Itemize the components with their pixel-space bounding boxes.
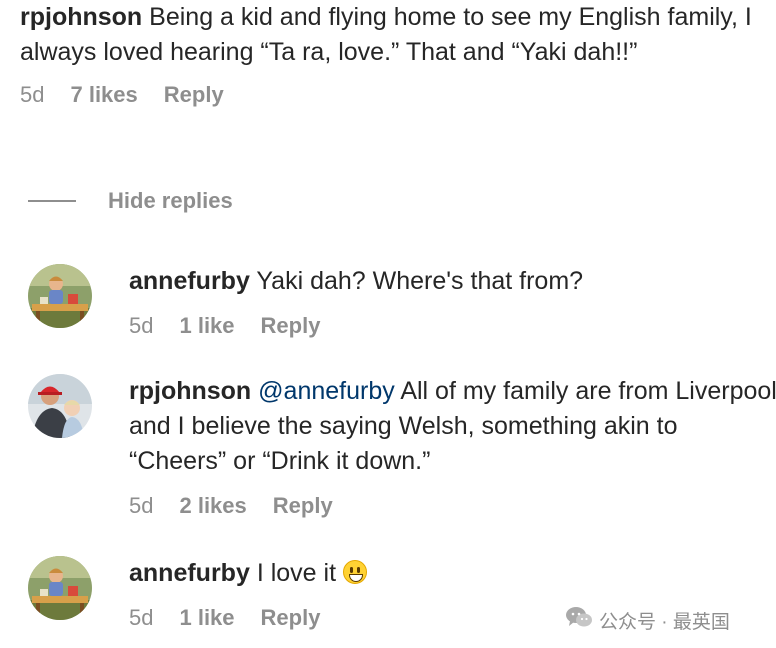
reply-likes[interactable]: 1 like [179,605,234,631]
reply-button[interactable]: Reply [273,493,333,519]
comment-text: rpjohnson Being a kid and flying home to… [20,0,760,70]
grinning-face-emoji-icon [342,560,367,584]
reply-button[interactable]: Reply [261,313,321,339]
watermark-text: 公众号 · 最英国 [599,611,730,633]
reply-body: annefurby Yaki dah? Where's that from? 5… [129,264,776,339]
reply-mention[interactable]: @annefurby [258,377,395,405]
hide-replies-line [28,200,76,202]
reply-button[interactable]: Reply [164,82,224,108]
avatar[interactable] [28,374,92,438]
reply-text: rpjohnson @annefurby All of my family ar… [129,374,776,479]
reply-age: 5d [129,605,154,630]
avatar[interactable] [28,556,92,620]
reply-likes[interactable]: 1 like [179,313,234,339]
comment-meta: 5d 7 likes Reply [20,82,760,108]
hide-replies-row[interactable]: Hide replies [28,188,233,214]
root-comment: rpjohnson Being a kid and flying home to… [20,0,760,108]
reply-username[interactable]: annefurby [129,267,250,295]
hide-replies-button[interactable]: Hide replies [108,188,233,214]
reply-age: 5d [129,313,154,338]
reply-likes[interactable]: 2 likes [179,493,246,519]
wechat-icon [565,605,593,635]
reply-text: annefurby Yaki dah? Where's that from? [129,264,776,299]
comment-likes[interactable]: 7 likes [70,82,137,108]
reply-body: rpjohnson @annefurby All of my family ar… [129,374,776,519]
reply-username[interactable]: rpjohnson [129,377,251,405]
watermark: 公众号 · 最英国 [565,605,730,635]
reply-meta: 5d 1 like Reply [129,313,776,339]
reply-username[interactable]: annefurby [129,559,250,587]
comment-age: 5d [20,82,45,107]
reply-body-text: Yaki dah? Where's that from? [256,267,584,295]
comment-username[interactable]: rpjohnson [20,3,142,31]
avatar[interactable] [28,264,92,328]
reply-meta: 5d 2 likes Reply [129,493,776,519]
reply-age: 5d [129,493,154,518]
reply-button[interactable]: Reply [261,605,321,631]
reply-body-text: I love it [256,559,337,587]
reply-text: annefurby I love it [129,556,776,591]
